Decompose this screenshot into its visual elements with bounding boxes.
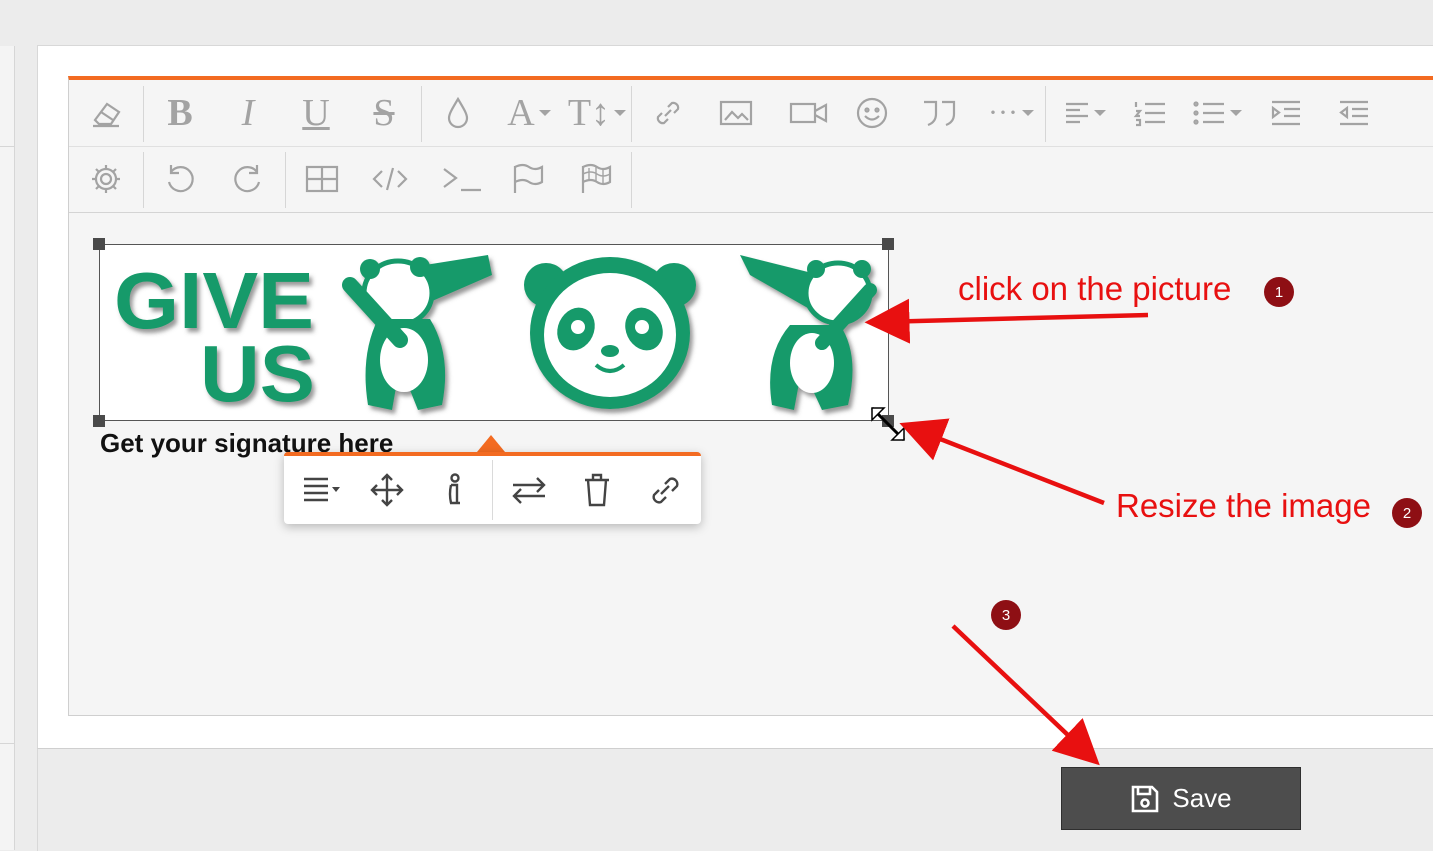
popup-pointer	[477, 435, 505, 452]
unordered-list-icon[interactable]	[1187, 90, 1247, 136]
indent-icon[interactable]	[1261, 90, 1311, 136]
link-icon[interactable]	[640, 468, 690, 512]
panda-face	[524, 257, 696, 409]
checkered-flag-icon[interactable]	[571, 156, 621, 202]
font-size-icon[interactable]: T↕	[567, 90, 627, 136]
strikethrough-icon[interactable]: S	[359, 90, 409, 136]
undo-icon[interactable]	[155, 156, 205, 202]
image-text-us: US	[200, 329, 315, 418]
underline-icon[interactable]: U	[291, 90, 341, 136]
link-icon[interactable]	[643, 90, 693, 136]
replace-icon[interactable]	[504, 468, 554, 512]
save-button-label: Save	[1172, 783, 1232, 813]
resize-handle-bottom-right[interactable]	[882, 415, 894, 427]
font-family-icon[interactable]: A	[499, 90, 559, 136]
color-drop-icon[interactable]	[433, 90, 483, 136]
annotation-number-3: 3	[991, 600, 1021, 630]
redo-icon[interactable]	[223, 156, 273, 202]
resize-handle-bottom-left[interactable]	[93, 415, 105, 427]
toolbar-row-2	[69, 146, 1433, 213]
video-icon[interactable]	[779, 90, 839, 136]
code-icon[interactable]	[365, 156, 415, 202]
align-icon[interactable]	[294, 468, 350, 512]
alt-info-icon[interactable]	[430, 468, 480, 512]
align-icon[interactable]	[1055, 90, 1115, 136]
terminal-icon[interactable]	[437, 156, 487, 202]
resize-handle-top-left[interactable]	[93, 238, 105, 250]
quote-icon[interactable]	[915, 90, 965, 136]
bold-icon[interactable]: B	[155, 90, 205, 136]
ordered-list-icon[interactable]	[1125, 90, 1175, 136]
annotation-resize-image: Resize the image	[1116, 487, 1371, 524]
more-icon[interactable]: ···	[979, 90, 1043, 136]
annotation-number-2: 2	[1392, 498, 1422, 528]
delete-icon[interactable]	[572, 468, 622, 512]
save-icon	[1132, 785, 1159, 812]
annotation-number-1: 1	[1264, 277, 1294, 307]
emoji-icon[interactable]	[847, 90, 897, 136]
dabbing-panda-right	[740, 255, 877, 410]
italic-icon[interactable]: I	[223, 90, 273, 136]
dabbing-panda-left	[342, 255, 492, 410]
resize-handle-top-right[interactable]	[882, 238, 894, 250]
outdent-icon[interactable]	[1329, 90, 1379, 136]
save-button[interactable]: Save	[1061, 767, 1301, 830]
flag-icon[interactable]	[503, 156, 553, 202]
eraser-icon[interactable]	[81, 90, 131, 136]
image-edit-popup	[284, 452, 701, 524]
table-icon[interactable]	[297, 156, 347, 202]
settings-icon[interactable]	[81, 156, 131, 202]
left-sidebar-strip	[0, 46, 15, 850]
toolbar-row-1: B I U S A T↕ ···	[69, 80, 1433, 147]
image-icon[interactable]	[711, 90, 761, 136]
annotation-click-picture: click on the picture	[958, 270, 1232, 307]
move-icon[interactable]	[362, 468, 412, 512]
signature-image[interactable]: GIVE US	[99, 244, 889, 421]
